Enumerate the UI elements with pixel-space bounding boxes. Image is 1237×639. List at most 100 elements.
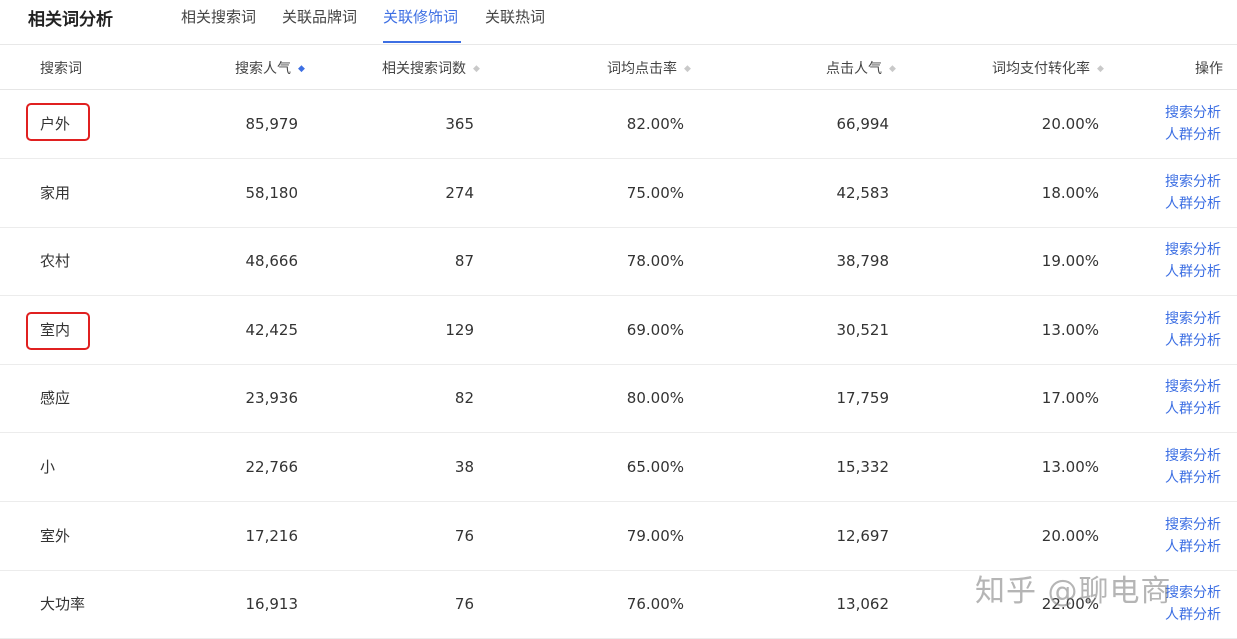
cell-ctr: 75.00%: [626, 183, 684, 202]
cell-related-count: 82: [454, 389, 474, 408]
row-actions: 搜索分析 人群分析: [1165, 171, 1221, 215]
cell-conversion: 17.00%: [1041, 389, 1099, 408]
search-analysis-link[interactable]: 搜索分析: [1165, 376, 1221, 398]
audience-analysis-link[interactable]: 人群分析: [1165, 193, 1221, 215]
cell-keyword: 感应: [40, 389, 71, 408]
col-click-popularity[interactable]: 点击人气 ◆: [826, 58, 896, 78]
cell-click-popularity: 12,697: [836, 526, 890, 545]
cell-related-count: 129: [445, 320, 474, 339]
search-analysis-link[interactable]: 搜索分析: [1165, 445, 1221, 467]
cell-search-popularity: 22,766: [245, 458, 299, 476]
cell-related-count: 87: [454, 252, 474, 271]
cell-ctr: 69.00%: [626, 320, 684, 339]
audience-analysis-link[interactable]: 人群分析: [1165, 398, 1221, 420]
highlight-box-outdoor: [26, 103, 90, 141]
audience-analysis-link[interactable]: 人群分析: [1165, 261, 1221, 283]
highlight-box-indoor: [26, 312, 90, 350]
table-row: 农村 48,666 87 78.00% 38,798 19.00% 搜索分析 人群分析: [0, 227, 1237, 297]
cell-click-popularity: 66,994: [836, 115, 890, 133]
cell-click-popularity: 42,583: [836, 183, 890, 202]
cell-related-count: 274: [445, 183, 474, 202]
watermark: 知乎 @聊电商: [975, 574, 1172, 609]
audience-analysis-link[interactable]: 人群分析: [1165, 604, 1221, 626]
sort-icon[interactable]: ◆: [473, 64, 480, 74]
search-analysis-link[interactable]: 搜索分析: [1165, 582, 1221, 604]
cell-keyword: 室外: [40, 526, 71, 545]
page-title: 相关词分析: [28, 10, 113, 30]
col-action: 操作: [1195, 61, 1223, 77]
table-row: 家用 58,180 274 75.00% 42,583 18.00% 搜索分析 人群分析: [0, 159, 1237, 228]
cell-click-popularity: 13,062: [836, 595, 890, 614]
cell-search-popularity: 48,666: [245, 252, 299, 271]
tab-related-modifier[interactable]: 关联修饰词: [383, 6, 458, 27]
row-actions: 搜索分析 人群分析: [1165, 239, 1221, 283]
sort-icon[interactable]: ◆: [684, 64, 691, 74]
table-row: 室外 17,216 76 79.00% 12,697 20.00% 搜索分析 人群分析: [0, 502, 1237, 571]
col-search-popularity[interactable]: 搜索人气 ◆: [235, 58, 305, 78]
cell-click-popularity: 30,521: [836, 320, 890, 339]
tab-related-brand[interactable]: 关联品牌词: [282, 6, 357, 27]
col-related-count-label: 相关搜索词数: [382, 61, 466, 77]
tab-related-hot[interactable]: 关联热词: [485, 6, 545, 27]
audience-analysis-link[interactable]: 人群分析: [1165, 536, 1221, 558]
cell-ctr: 80.00%: [626, 389, 684, 408]
cell-ctr: 82.00%: [626, 115, 684, 133]
sort-icon[interactable]: ◆: [889, 64, 896, 74]
cell-conversion: 19.00%: [1041, 252, 1099, 271]
cell-related-count: 365: [445, 115, 474, 133]
cell-conversion: 13.00%: [1041, 458, 1099, 476]
cell-conversion: 18.00%: [1041, 183, 1099, 202]
tab-related-search[interactable]: 相关搜索词: [181, 6, 256, 27]
row-actions: 搜索分析 人群分析: [1165, 102, 1221, 146]
cell-search-popularity: 16,913: [245, 595, 299, 614]
cell-ctr: 78.00%: [626, 252, 684, 271]
cell-search-popularity: 17,216: [245, 526, 299, 545]
sort-icon[interactable]: ◆: [1097, 64, 1104, 74]
cell-keyword: 小: [40, 458, 56, 476]
cell-related-count: 76: [454, 526, 474, 545]
col-ctr-label: 词均点击率: [607, 61, 677, 77]
table-row: 小 22,766 38 65.00% 15,332 13.00% 搜索分析 人群分析: [0, 433, 1237, 502]
col-search-popularity-label: 搜索人气: [235, 61, 291, 77]
search-analysis-link[interactable]: 搜索分析: [1165, 102, 1221, 124]
cell-search-popularity: 58,180: [245, 183, 299, 202]
cell-ctr: 65.00%: [626, 458, 684, 476]
cell-conversion: 13.00%: [1041, 320, 1099, 339]
row-actions: 搜索分析 人群分析: [1165, 445, 1221, 489]
col-conversion[interactable]: 词均支付转化率 ◆: [992, 58, 1104, 78]
cell-keyword: 家用: [40, 183, 71, 202]
search-analysis-link[interactable]: 搜索分析: [1165, 171, 1221, 193]
active-tab-indicator: [383, 41, 461, 43]
cell-click-popularity: 15,332: [836, 458, 890, 476]
cell-click-popularity: 17,759: [836, 389, 890, 408]
col-ctr[interactable]: 词均点击率 ◆: [607, 58, 691, 78]
table-row: 感应 23,936 82 80.00% 17,759 17.00% 搜索分析 人群分析: [0, 364, 1237, 434]
cell-related-count: 76: [454, 595, 474, 614]
row-actions: 搜索分析 人群分析: [1165, 376, 1221, 420]
row-actions: 搜索分析 人群分析: [1165, 582, 1221, 626]
col-conversion-label: 词均支付转化率: [992, 61, 1090, 77]
table-row: 室内 42,425 129 69.00% 30,521 13.00% 搜索分析 人群分析: [0, 296, 1237, 365]
col-keyword: 搜索词: [40, 61, 82, 77]
sort-desc-icon[interactable]: ◆: [298, 64, 305, 74]
cell-conversion: 20.00%: [1041, 115, 1099, 133]
cell-click-popularity: 38,798: [836, 252, 890, 271]
audience-analysis-link[interactable]: 人群分析: [1165, 467, 1221, 489]
row-actions: 搜索分析 人群分析: [1165, 514, 1221, 558]
row-actions: 搜索分析 人群分析: [1165, 308, 1221, 352]
cell-ctr: 79.00%: [626, 526, 684, 545]
audience-analysis-link[interactable]: 人群分析: [1165, 330, 1221, 352]
col-click-popularity-label: 点击人气: [826, 61, 882, 77]
cell-ctr: 76.00%: [626, 595, 684, 614]
header: 相关词分析 相关搜索词 关联品牌词 关联修饰词 关联热词: [0, 0, 1237, 45]
cell-related-count: 38: [454, 458, 474, 476]
cell-conversion: 20.00%: [1041, 526, 1099, 545]
cell-search-popularity: 42,425: [245, 320, 299, 339]
table-row: 户外 85,979 365 82.00% 66,994 20.00% 搜索分析 人群分析: [0, 90, 1237, 159]
search-analysis-link[interactable]: 搜索分析: [1165, 514, 1221, 536]
audience-analysis-link[interactable]: 人群分析: [1165, 124, 1221, 146]
search-analysis-link[interactable]: 搜索分析: [1165, 239, 1221, 261]
search-analysis-link[interactable]: 搜索分析: [1165, 308, 1221, 330]
cell-search-popularity: 23,936: [245, 389, 299, 408]
col-related-count[interactable]: 相关搜索词数 ◆: [382, 58, 480, 78]
